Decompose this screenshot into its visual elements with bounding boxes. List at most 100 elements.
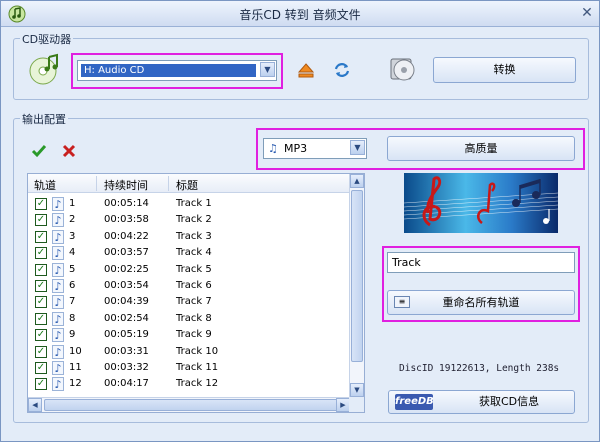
scrollbar-corner — [349, 397, 364, 412]
track-row[interactable]: ✓ ♪ 4 00:03:57 Track 4 — [28, 245, 350, 261]
track-row[interactable]: ✓ ♪ 5 00:02:25 Track 5 — [28, 262, 350, 278]
music-note-icon: ♪ — [52, 295, 64, 310]
track-checkbox[interactable]: ✓ — [35, 345, 47, 358]
track-checkbox[interactable]: ✓ — [35, 378, 47, 391]
scroll-down-icon[interactable]: ▼ — [350, 383, 364, 397]
check-all-icon[interactable] — [31, 143, 47, 159]
track-checkbox[interactable]: ✓ — [35, 280, 47, 292]
get-cd-info-label: 获取CD信息 — [479, 395, 540, 408]
title-bar: 音乐CD 转到 音频文件 ✕ — [1, 1, 599, 27]
track-row[interactable]: ✓ ♪ 2 00:03:58 Track 2 — [28, 212, 350, 228]
track-checkbox[interactable]: ✓ — [35, 312, 47, 325]
track-row[interactable]: ✓ ♪ 12 00:04:17 Track 12 — [28, 376, 350, 392]
track-number: 8 — [69, 312, 76, 324]
track-number: 9 — [69, 329, 76, 341]
track-title[interactable]: Track 11 — [176, 362, 218, 373]
track-number: 6 — [69, 280, 76, 291]
track-row[interactable]: ✓ ♪ 6 00:03:54 Track 6 — [28, 278, 350, 294]
track-title[interactable]: Track 8 — [176, 313, 212, 324]
track-number: 10 — [69, 345, 82, 357]
track-checkbox[interactable]: ✓ — [35, 296, 47, 309]
track-duration: 00:03:57 — [104, 247, 149, 259]
refresh-icon[interactable] — [333, 61, 351, 79]
track-number: 7 — [69, 296, 76, 308]
track-list[interactable]: 轨道 持续时间 标题 ✓ ♪ 1 00:05:14 Track 1 ✓ ♪ 2 00:03:58… — [27, 173, 365, 413]
track-number: 1 — [69, 198, 76, 209]
track-duration: 00:02:25 — [104, 263, 149, 275]
cd-drive-select[interactable]: H: Audio CD ▼ — [77, 60, 277, 81]
track-checkbox[interactable]: ✓ — [35, 198, 47, 210]
track-list-vertical-scrollbar[interactable]: ▲ ▼ — [349, 174, 364, 397]
track-title[interactable]: Track 10 — [176, 346, 218, 357]
track-duration: 00:04:22 — [104, 230, 149, 242]
scroll-right-icon[interactable]: ▶ — [336, 398, 350, 412]
track-row[interactable]: ✓ ♪ 1 00:05:14 Track 1 — [28, 196, 350, 212]
convert-button[interactable]: 转换 — [433, 57, 576, 83]
track-checkbox[interactable]: ✓ — [35, 214, 47, 227]
format-select[interactable]: ♫ MP3 ▼ — [263, 138, 367, 159]
track-title[interactable]: Track 12 — [176, 378, 218, 389]
track-row[interactable]: ✓ ♪ 3 00:04:22 Track 3 — [28, 229, 350, 245]
track-duration: 00:05:14 — [104, 198, 149, 209]
quality-button[interactable]: 高质量 — [387, 136, 575, 161]
track-checkbox[interactable]: ✓ — [35, 329, 47, 342]
close-button[interactable]: ✕ — [579, 5, 595, 21]
uncheck-all-icon[interactable] — [61, 143, 77, 159]
vertical-scroll-thumb[interactable] — [351, 190, 363, 362]
track-duration: 00:05:19 — [104, 329, 149, 341]
column-header-track[interactable]: 轨道 — [34, 177, 56, 193]
track-row[interactable]: ✓ ♪ 7 00:04:39 Track 7 — [28, 294, 350, 310]
track-row[interactable]: ✓ ♪ 11 00:03:32 Track 11 — [28, 360, 350, 376]
rename-all-tracks-label: 重命名所有轨道 — [442, 296, 520, 309]
track-title[interactable]: Track 4 — [176, 247, 212, 258]
freedb-logo: freeDB — [395, 394, 434, 410]
cd-music-icon — [29, 53, 58, 85]
scroll-up-icon[interactable]: ▲ — [350, 174, 364, 188]
cd-convert-icon — [390, 58, 415, 81]
track-checkbox[interactable]: ✓ — [35, 263, 47, 276]
cd-drive-group-label: CD驱动器 — [20, 31, 74, 47]
track-title[interactable]: Track 6 — [176, 280, 212, 291]
music-note-icon: ♪ — [52, 377, 64, 392]
music-note-icon: ♪ — [52, 328, 64, 343]
track-list-horizontal-scrollbar[interactable]: ◀ ▶ — [28, 397, 350, 412]
chevron-down-icon[interactable]: ▼ — [260, 62, 275, 77]
track-duration: 00:04:39 — [104, 296, 149, 308]
track-duration: 00:02:54 — [104, 312, 149, 324]
track-duration: 00:04:17 — [104, 378, 149, 390]
eject-icon[interactable] — [297, 62, 315, 78]
track-title[interactable]: Track 2 — [176, 214, 212, 225]
music-note-icon: ♪ — [52, 262, 64, 277]
format-selected-value: MP3 — [284, 142, 308, 155]
track-duration: 00:03:58 — [104, 214, 149, 226]
track-name-input[interactable]: Track — [387, 252, 575, 273]
track-row[interactable]: ✓ ♪ 8 00:02:54 Track 8 — [28, 311, 350, 327]
track-title[interactable]: Track 9 — [176, 329, 212, 340]
track-number: 11 — [69, 362, 82, 373]
horizontal-scroll-thumb[interactable] — [44, 399, 340, 411]
column-header-duration[interactable]: 持续时间 — [104, 177, 148, 193]
get-cd-info-button[interactable]: freeDB 获取CD信息 — [388, 390, 575, 414]
track-checkbox[interactable]: ✓ — [35, 362, 47, 374]
rename-all-tracks-button[interactable]: ≡ 重命名所有轨道 — [387, 290, 575, 315]
window-title: 音乐CD 转到 音频文件 — [239, 8, 361, 22]
track-title[interactable]: Track 7 — [176, 296, 212, 307]
track-duration: 00:03:32 — [104, 362, 149, 373]
music-note-icon: ♪ — [52, 213, 64, 228]
track-title[interactable]: Track 5 — [176, 264, 212, 275]
chevron-down-icon[interactable]: ▼ — [350, 140, 365, 155]
music-note-icon: ♪ — [52, 197, 64, 211]
column-header-title[interactable]: 标题 — [176, 177, 198, 193]
track-number: 4 — [69, 247, 76, 259]
track-checkbox[interactable]: ✓ — [35, 230, 47, 243]
track-row[interactable]: ✓ ♪ 10 00:03:31 Track 10 — [28, 344, 350, 360]
track-duration: 00:03:54 — [104, 280, 149, 291]
scroll-left-icon[interactable]: ◀ — [28, 398, 42, 412]
track-number: 12 — [69, 378, 82, 390]
track-title[interactable]: Track 1 — [176, 198, 212, 209]
track-checkbox[interactable]: ✓ — [35, 247, 47, 260]
track-row[interactable]: ✓ ♪ 9 00:05:19 Track 9 — [28, 327, 350, 343]
rename-icon: ≡ — [394, 296, 410, 308]
track-title[interactable]: Track 3 — [176, 231, 212, 242]
track-list-header: 轨道 持续时间 标题 — [28, 174, 350, 193]
